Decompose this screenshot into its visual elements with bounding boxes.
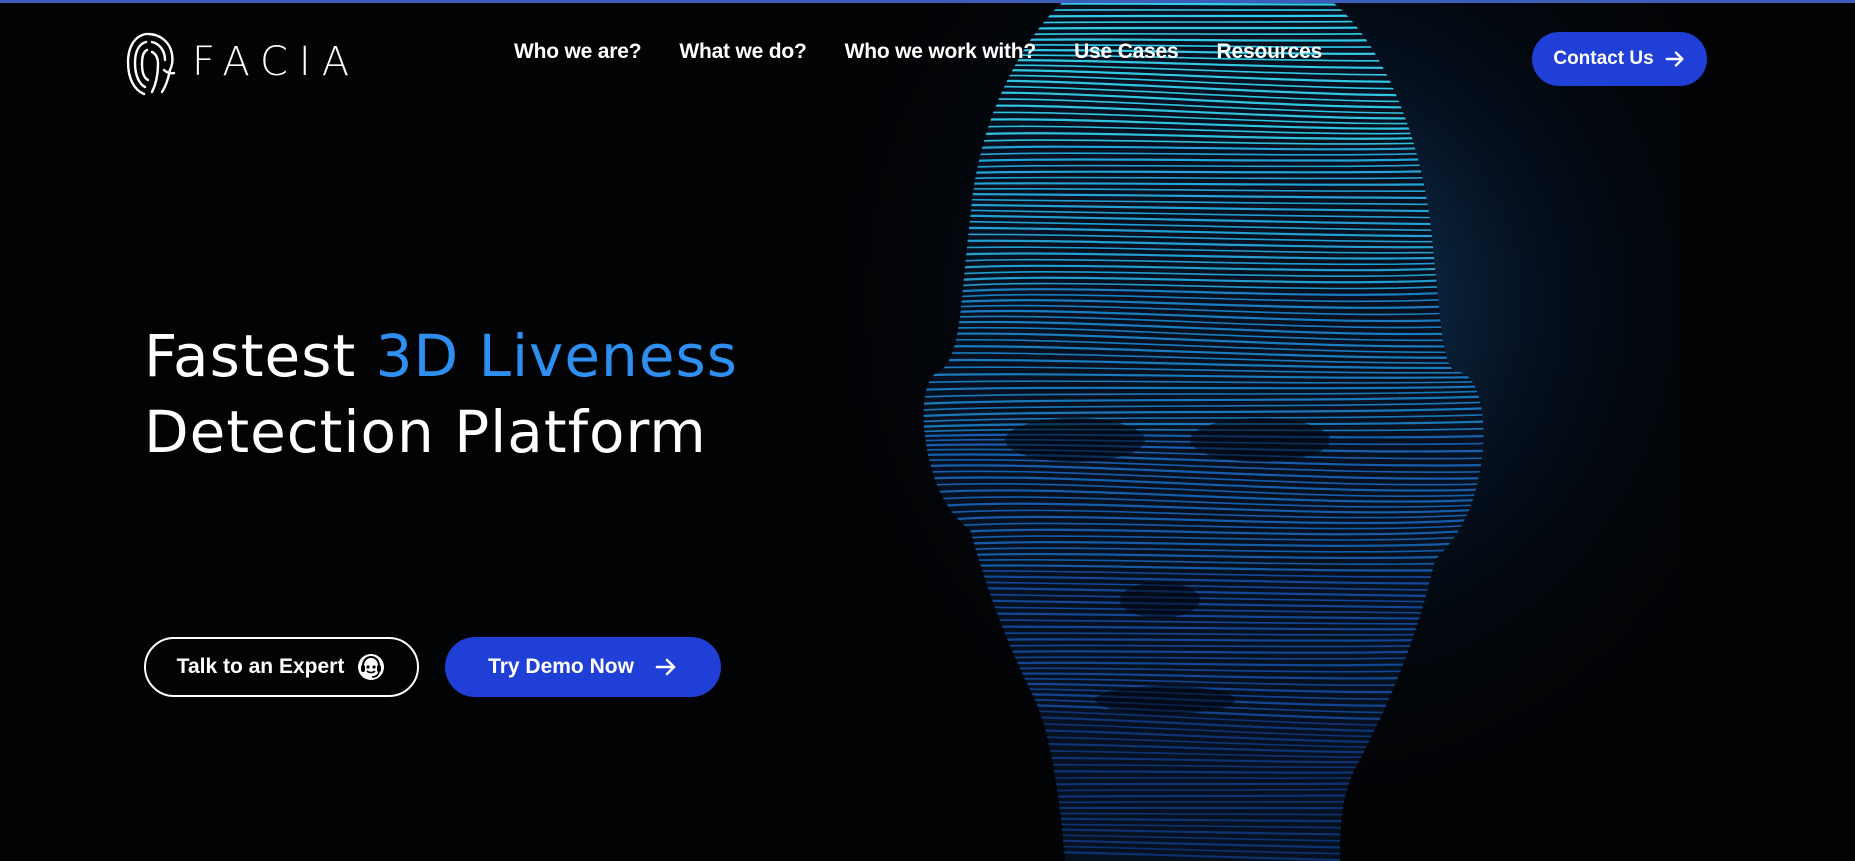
arrow-right-icon bbox=[1665, 51, 1684, 67]
face-shadow bbox=[1005, 418, 1145, 462]
arrow-right-icon bbox=[655, 658, 676, 676]
main-nav: Who we are? What we do? Who we work with… bbox=[514, 40, 1360, 64]
support-agent-icon bbox=[358, 654, 385, 680]
headline-line-1: Fastest 3D Liveness bbox=[144, 318, 738, 394]
brand-name: FACIA bbox=[192, 39, 361, 85]
nav-item-who-we-are[interactable]: Who we are? bbox=[514, 40, 642, 64]
try-demo-button[interactable]: Try Demo Now bbox=[445, 637, 721, 697]
contact-us-label: Contact Us bbox=[1553, 48, 1654, 69]
hero-3d-head-image bbox=[860, 0, 1680, 861]
contact-us-button[interactable]: Contact Us bbox=[1532, 32, 1707, 86]
nav-item-use-cases[interactable]: Use Cases bbox=[1074, 40, 1179, 64]
talk-to-expert-label: Talk to an Expert bbox=[176, 655, 345, 678]
talk-to-expert-button[interactable]: Talk to an Expert bbox=[144, 637, 419, 697]
headline-accent: 3D Liveness bbox=[375, 322, 738, 390]
face-shadow bbox=[1095, 686, 1235, 714]
face-shadow bbox=[1190, 418, 1330, 462]
site-header: FACIA Who we are? What we do? Who we wor… bbox=[0, 0, 1855, 120]
headline-line-2: Detection Platform bbox=[144, 398, 707, 466]
nav-item-who-we-work-with[interactable]: Who we work with? bbox=[845, 40, 1037, 64]
nav-item-resources[interactable]: Resources bbox=[1217, 40, 1323, 64]
fingerprint-face-icon bbox=[126, 32, 176, 96]
try-demo-label: Try Demo Now bbox=[488, 655, 634, 678]
headline-part-1: Fastest bbox=[144, 322, 376, 390]
landing-page: FACIA Who we are? What we do? Who we wor… bbox=[0, 0, 1855, 861]
facia-logo[interactable]: FACIA bbox=[124, 26, 360, 98]
hero-headline: Fastest 3D Liveness Detection Platform bbox=[144, 318, 738, 470]
nav-item-what-we-do[interactable]: What we do? bbox=[679, 40, 806, 64]
face-shadow bbox=[1120, 582, 1200, 618]
